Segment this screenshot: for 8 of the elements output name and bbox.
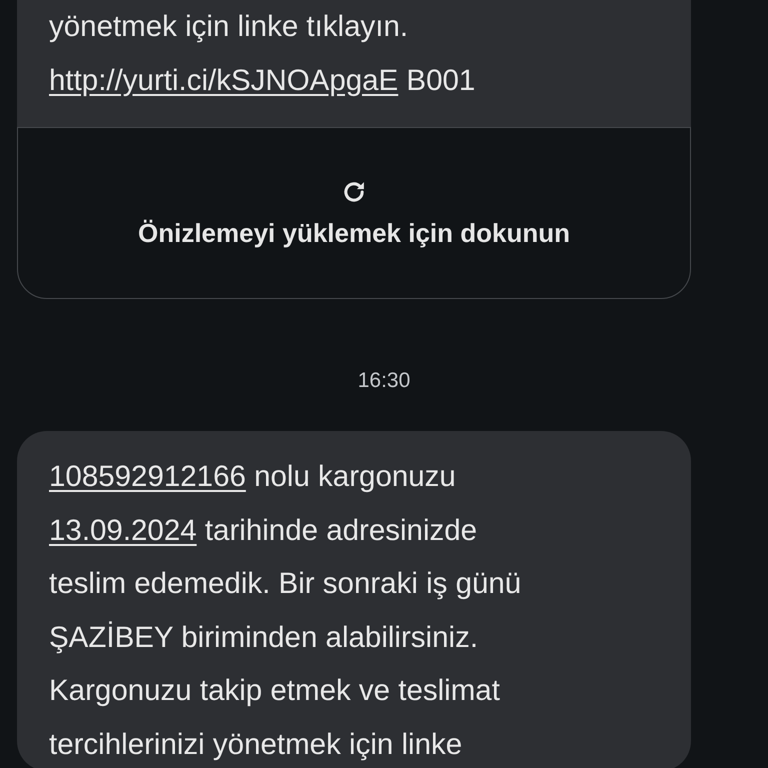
- timestamp: 16:30: [358, 369, 410, 393]
- preview-label: Önizlemeyi yüklemek için dokunun: [138, 218, 570, 248]
- link[interactable]: http://yurti.ci/kSJNOApgaE: [49, 64, 398, 96]
- link-preview[interactable]: Önizlemeyi yüklemek için dokunun: [17, 127, 691, 299]
- message-text: yönetmek için linke tıklayın. http://yurti.ci/kSJNOApgaE B001: [49, 9, 476, 98]
- message-text: 108592912166 nolu kargonuzu 13.09.2024 tarihinde adresinizde teslim edemedik. Bir sonraki iş günü ŞAZİBEY biriminden alabilirsiniz. Kargonuzu takip etmek ve teslimat tercihlerinizi yönetmek için linke: [49, 459, 522, 762]
- link[interactable]: 13.09.2024: [49, 514, 197, 546]
- link[interactable]: 108592912166: [49, 460, 246, 493]
